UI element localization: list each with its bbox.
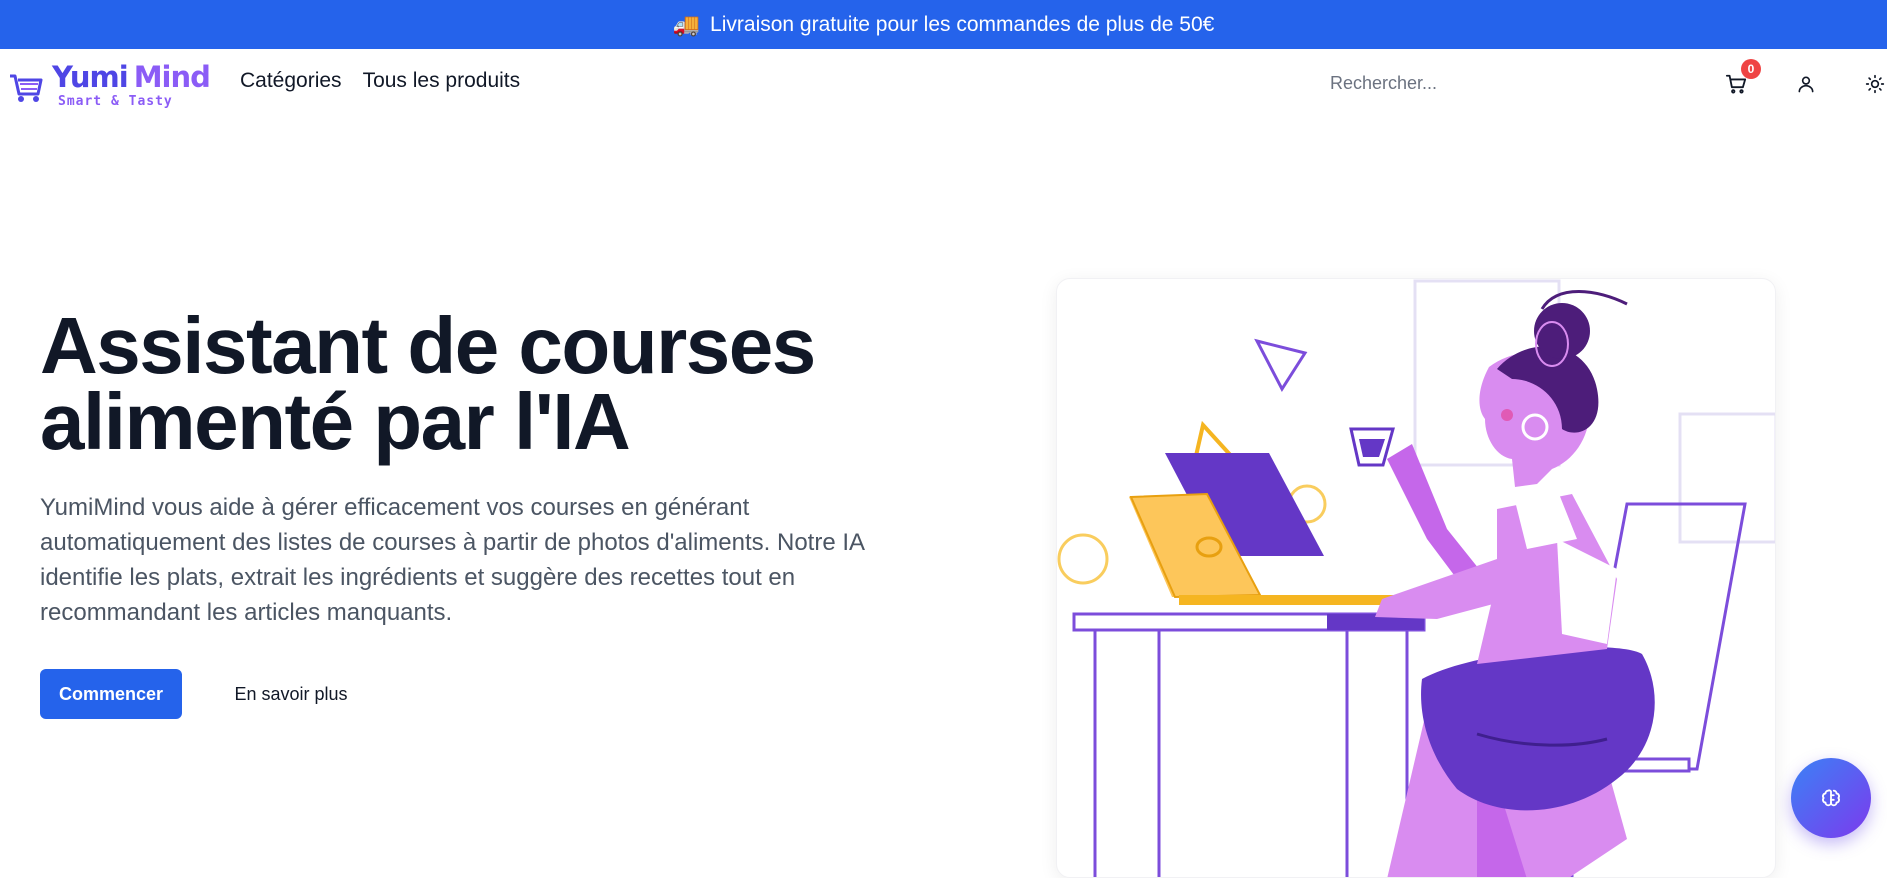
logo-title: Yumi Mind: [52, 60, 211, 94]
hero-title: Assistant de courses alimenté par l'IA: [40, 301, 816, 466]
logo-name-mind: Mind: [133, 60, 211, 94]
get-started-button[interactable]: Commencer: [40, 669, 182, 719]
account-button[interactable]: [1791, 69, 1821, 99]
nav-link-all-products[interactable]: Tous les produits: [363, 69, 521, 93]
theme-toggle-button[interactable]: [1860, 69, 1887, 99]
logo-name-yumi: Yumi: [52, 60, 129, 94]
logo[interactable]: Yumi Mind Smart & Tasty: [8, 58, 211, 110]
cart-count-badge: 0: [1741, 59, 1761, 79]
nav-link-categories[interactable]: Catégories: [240, 69, 342, 93]
logo-tagline: Smart & Tasty: [58, 94, 173, 109]
promo-text: Livraison gratuite pour les commandes de…: [710, 12, 1215, 36]
logo-wordmark: Yumi Mind Smart & Tasty: [52, 58, 211, 110]
truck-icon: 🚚: [672, 11, 701, 37]
sun-icon: [1865, 74, 1885, 94]
user-icon: [1798, 76, 1814, 93]
search-input[interactable]: [1320, 65, 1580, 101]
brain-icon: [1822, 789, 1840, 807]
promo-banner: 🚚 Livraison gratuite pour les commandes …: [0, 0, 1887, 49]
learn-more-button[interactable]: En savoir plus: [222, 669, 360, 719]
main-nav: Catégories Tous les produits: [240, 69, 520, 93]
hero-description: YumiMind vous aide à gérer efficacement …: [40, 494, 864, 626]
ai-assistant-button[interactable]: [1791, 758, 1871, 838]
hero-illustration: [1057, 279, 1775, 877]
logo-cart-icon: [10, 74, 43, 102]
top-navbar: Yumi Mind Smart & Tasty Catégories Tous l…: [0, 49, 1887, 119]
hero-illustration-card: [1056, 278, 1776, 878]
